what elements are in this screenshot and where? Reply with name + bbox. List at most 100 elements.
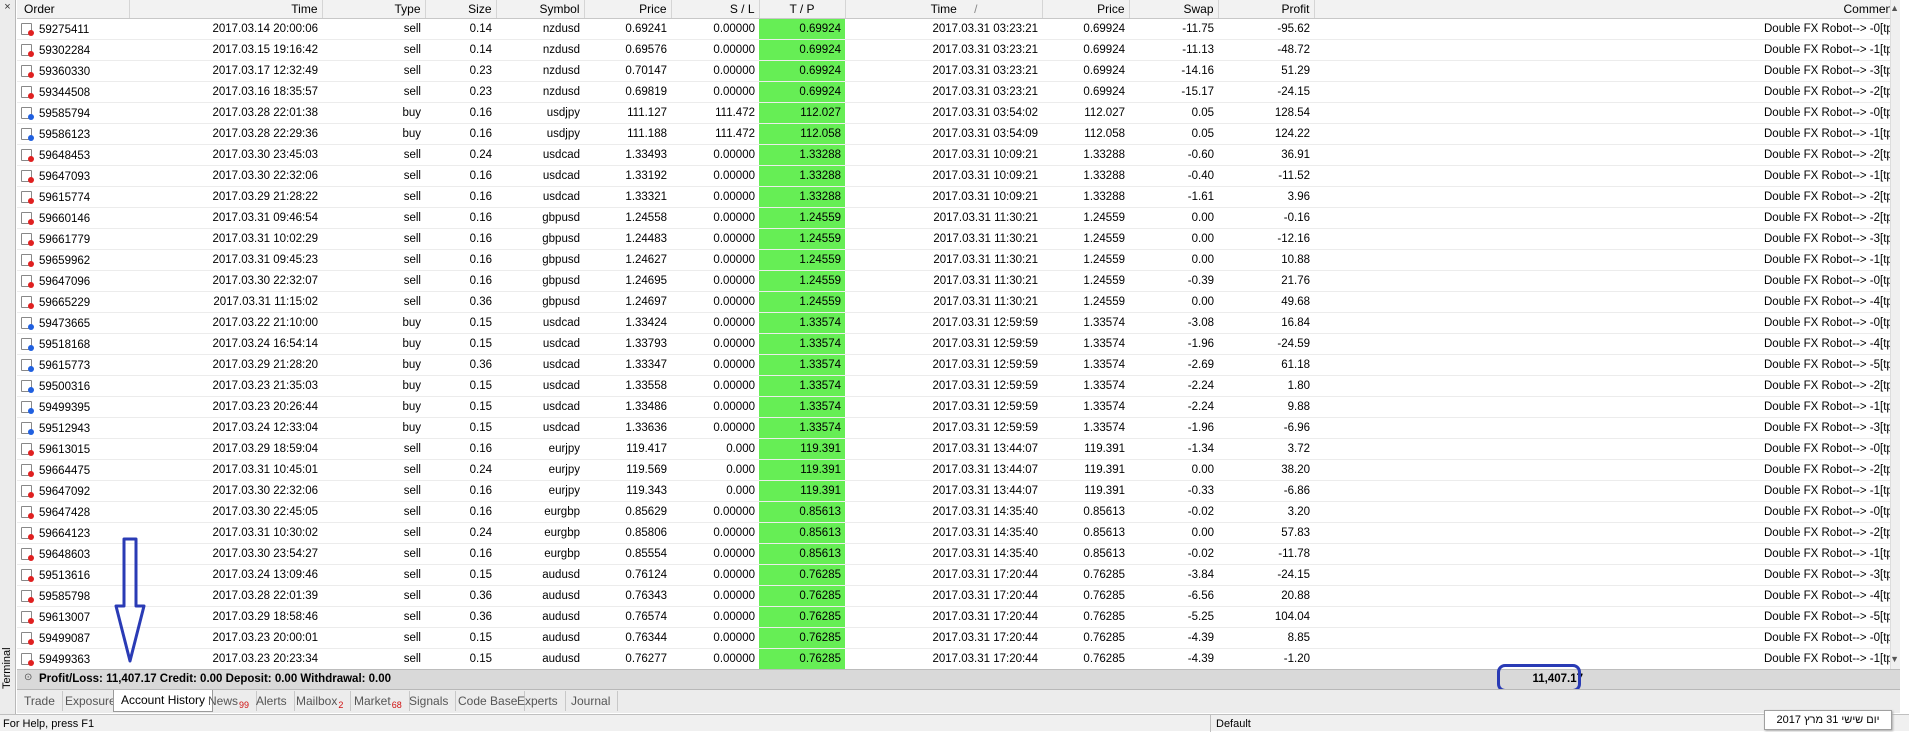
cell-order: 59664475 bbox=[17, 459, 129, 481]
table-row[interactable]: 59585794 2017.03.28 22:01:38 buy 0.16 usdjpy… bbox=[17, 102, 1900, 124]
table-row[interactable]: 59615773 2017.03.29 21:28:20 buy 0.36 usdcad… bbox=[17, 354, 1900, 376]
table-row[interactable]: 59613007 2017.03.29 18:58:46 sell 0.36 audus… bbox=[17, 606, 1900, 628]
table-row[interactable]: 59473665 2017.03.22 21:10:00 buy 0.15 usdcad… bbox=[17, 312, 1900, 334]
table-row[interactable]: 59615774 2017.03.29 21:28:22 sell 0.16 usdca… bbox=[17, 186, 1900, 208]
column-header-profit[interactable]: Profit bbox=[1218, 0, 1315, 19]
cell-order: 59647093 bbox=[17, 165, 129, 187]
table-row[interactable]: 59660146 2017.03.31 09:46:54 sell 0.16 gbpus… bbox=[17, 207, 1900, 229]
cell-symbol: eurjpy bbox=[496, 459, 584, 481]
cell-swap: -15.17 bbox=[1129, 81, 1218, 103]
column-header-symbol[interactable]: Symbol bbox=[496, 0, 585, 19]
cell-comment: Double FX Robot--> -1[tp] bbox=[1314, 480, 1900, 502]
cell-close-price: 1.24559 bbox=[1042, 207, 1129, 229]
table-row[interactable]: 59613015 2017.03.29 18:59:04 sell 0.16 eurjp… bbox=[17, 438, 1900, 460]
table-row[interactable]: 59344508 2017.03.16 18:35:57 sell 0.23 nzdus… bbox=[17, 81, 1900, 103]
table-row[interactable]: 59513616 2017.03.24 13:09:46 sell 0.15 audus… bbox=[17, 564, 1900, 586]
cell-price: 119.343 bbox=[584, 480, 671, 502]
table-row[interactable]: 59499363 2017.03.23 20:23:34 sell 0.15 audus… bbox=[17, 648, 1900, 669]
table-row[interactable]: 59647092 2017.03.30 22:32:06 sell 0.16 eurjp… bbox=[17, 480, 1900, 502]
cell-size: 0.16 bbox=[425, 438, 496, 460]
table-row[interactable]: 59500316 2017.03.23 21:35:03 buy 0.15 usdcad… bbox=[17, 375, 1900, 397]
cell-profit: 36.91 bbox=[1218, 144, 1314, 166]
cell-order: 59518168 bbox=[17, 333, 129, 355]
tab-alerts[interactable]: Alerts bbox=[249, 691, 295, 711]
column-header-label: Profit bbox=[1281, 2, 1310, 16]
vertical-scrollbar[interactable]: ▲ ▼ bbox=[1890, 0, 1900, 669]
table-row[interactable]: 59647428 2017.03.30 22:45:05 sell 0.16 eurgb… bbox=[17, 501, 1900, 523]
table-row[interactable]: 59518168 2017.03.24 16:54:14 buy 0.15 usdcad… bbox=[17, 333, 1900, 355]
cell-order: 59647096 bbox=[17, 270, 129, 292]
table-row[interactable]: 59647093 2017.03.30 22:32:06 sell 0.16 usdca… bbox=[17, 165, 1900, 187]
cell-close-price: 0.69924 bbox=[1042, 39, 1129, 61]
cell-tp: 0.85613 bbox=[759, 501, 845, 523]
table-row[interactable]: 59665229 2017.03.31 11:15:02 sell 0.36 gbpus… bbox=[17, 291, 1900, 313]
close-icon[interactable]: × bbox=[2, 2, 13, 13]
column-header-price[interactable]: Price bbox=[584, 0, 672, 19]
cell-size: 0.15 bbox=[425, 564, 496, 586]
cell-type: buy bbox=[322, 102, 425, 124]
column-header-sl[interactable]: S / L bbox=[671, 0, 760, 19]
cell-symbol: usdcad bbox=[496, 354, 584, 376]
tab-mailbox[interactable]: Mailbox2 bbox=[289, 691, 352, 711]
cell-time: 2017.03.22 21:10:00 bbox=[129, 312, 322, 334]
column-header-close-time[interactable]: Time / bbox=[845, 0, 1043, 19]
tab-journal[interactable]: Journal bbox=[564, 691, 619, 711]
cell-profit: 16.84 bbox=[1218, 312, 1314, 334]
column-header-order[interactable]: Order bbox=[17, 0, 130, 19]
tab-badge: 2 bbox=[338, 700, 344, 710]
cell-close-price: 1.33574 bbox=[1042, 354, 1129, 376]
cell-tp: 1.24559 bbox=[759, 270, 845, 292]
cell-tp: 1.24559 bbox=[759, 249, 845, 271]
column-header-label: S / L bbox=[729, 2, 755, 16]
table-row[interactable]: 59585798 2017.03.28 22:01:39 sell 0.36 audus… bbox=[17, 585, 1900, 607]
column-header-tp[interactable]: T / P bbox=[759, 0, 846, 19]
cell-tp: 1.33574 bbox=[759, 333, 845, 355]
table-row[interactable]: 59664475 2017.03.31 10:45:01 sell 0.24 eurjp… bbox=[17, 459, 1900, 481]
cell-price: 1.33493 bbox=[584, 144, 671, 166]
table-row[interactable]: 59659962 2017.03.31 09:45:23 sell 0.16 gbpus… bbox=[17, 249, 1900, 271]
cell-order: 59585794 bbox=[17, 102, 129, 124]
column-header-close-price[interactable]: Price bbox=[1042, 0, 1130, 19]
tab-market[interactable]: Market68 bbox=[347, 691, 410, 711]
cell-order: 59360330 bbox=[17, 60, 129, 82]
cell-symbol: usdjpy bbox=[496, 123, 584, 145]
tab-account-history[interactable]: Account History bbox=[113, 690, 214, 712]
scroll-down-icon[interactable]: ▼ bbox=[1890, 654, 1899, 664]
table-row[interactable]: 59586123 2017.03.28 22:29:36 buy 0.16 usdjpy… bbox=[17, 123, 1900, 145]
table-row[interactable]: 59664123 2017.03.31 10:30:02 sell 0.24 eurgb… bbox=[17, 522, 1900, 544]
cell-sl: 0.00000 bbox=[671, 585, 759, 607]
table-row[interactable]: 59648453 2017.03.30 23:45:03 sell 0.24 usdca… bbox=[17, 144, 1900, 166]
cell-close-time: 2017.03.31 03:23:21 bbox=[845, 39, 1042, 61]
table-row[interactable]: 59647096 2017.03.30 22:32:07 sell 0.16 gbpus… bbox=[17, 270, 1900, 292]
tab-trade[interactable]: Trade bbox=[17, 691, 63, 711]
table-row[interactable]: 59512943 2017.03.24 12:33:04 buy 0.15 usdcad… bbox=[17, 417, 1900, 439]
cell-swap: 0.05 bbox=[1129, 102, 1218, 124]
column-header-size[interactable]: Size bbox=[425, 0, 497, 19]
cell-size: 0.15 bbox=[425, 627, 496, 649]
column-header-comment[interactable]: Comment bbox=[1314, 0, 1900, 19]
cell-profit: 49.68 bbox=[1218, 291, 1314, 313]
tab-signals[interactable]: Signals bbox=[402, 691, 457, 711]
cell-comment: Double FX Robot--> -1[tp] bbox=[1314, 165, 1900, 187]
tab-experts[interactable]: Experts bbox=[510, 691, 566, 711]
table-row[interactable]: 59302284 2017.03.15 19:16:42 sell 0.14 nzdus… bbox=[17, 39, 1900, 61]
column-header-type[interactable]: Type bbox=[322, 0, 426, 19]
sell-order-icon bbox=[21, 295, 34, 309]
table-row[interactable]: 59499087 2017.03.23 20:00:01 sell 0.15 audus… bbox=[17, 627, 1900, 649]
table-row[interactable]: 59648603 2017.03.30 23:54:27 sell 0.16 eurgb… bbox=[17, 543, 1900, 565]
cell-profit: -6.86 bbox=[1218, 480, 1314, 502]
cell-comment: Double FX Robot--> -3[tp] bbox=[1314, 564, 1900, 586]
column-header-time[interactable]: Time bbox=[129, 0, 323, 19]
cell-time: 2017.03.29 21:28:22 bbox=[129, 186, 322, 208]
cell-tp: 0.76285 bbox=[759, 627, 845, 649]
table-row[interactable]: 59275411 2017.03.14 20:00:06 sell 0.14 nzdus… bbox=[17, 18, 1900, 40]
tab-label: Alerts bbox=[256, 694, 287, 708]
table-row[interactable]: 59360330 2017.03.17 12:32:49 sell 0.23 nzdus… bbox=[17, 60, 1900, 82]
scroll-up-icon[interactable]: ▲ bbox=[1890, 3, 1899, 13]
sell-order-icon bbox=[21, 631, 34, 645]
table-row[interactable]: 59661779 2017.03.31 10:02:29 sell 0.16 gbpus… bbox=[17, 228, 1900, 250]
column-header-swap[interactable]: Swap bbox=[1129, 0, 1219, 19]
table-row[interactable]: 59499395 2017.03.23 20:26:44 buy 0.15 usdcad… bbox=[17, 396, 1900, 418]
cell-close-price: 0.76285 bbox=[1042, 606, 1129, 628]
cell-price: 1.33192 bbox=[584, 165, 671, 187]
